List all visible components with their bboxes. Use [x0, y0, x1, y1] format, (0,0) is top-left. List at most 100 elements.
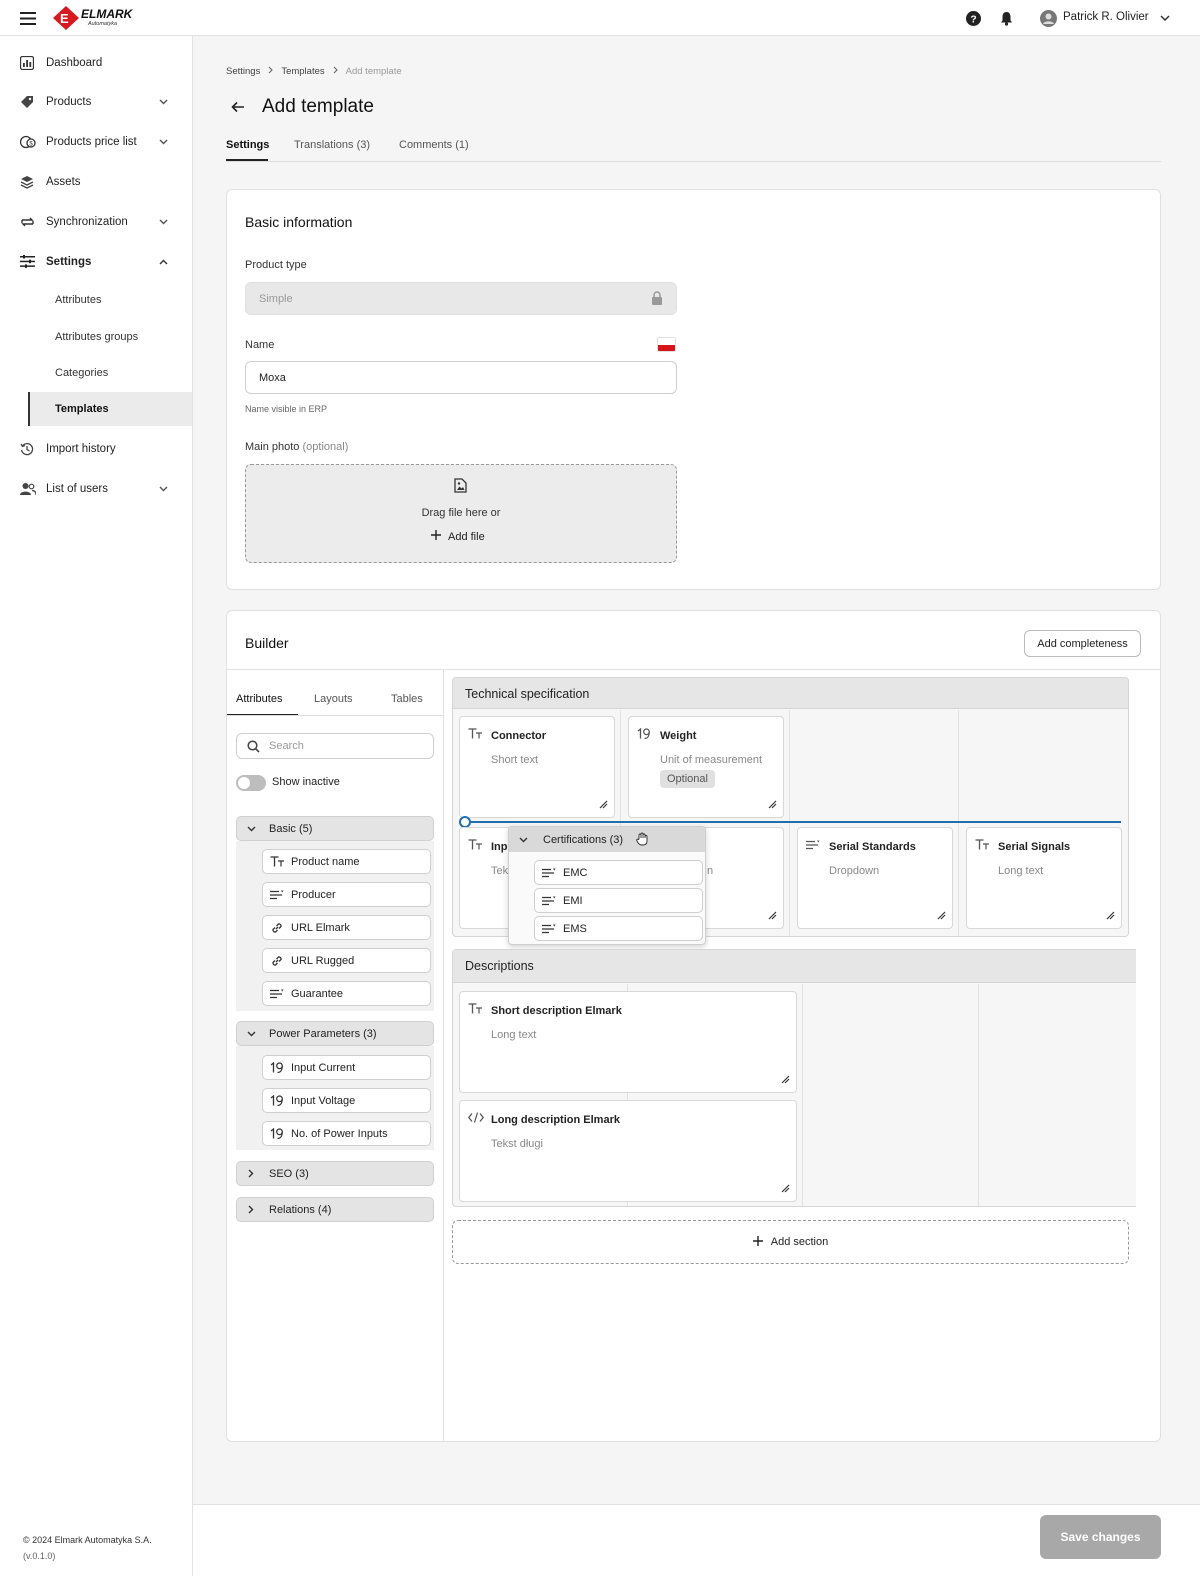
- attribute-item[interactable]: Input Current: [262, 1055, 431, 1080]
- sidebar-subitem-attributes-groups[interactable]: Attributes groups: [28, 320, 192, 354]
- sidebar-label: Dashboard: [46, 57, 103, 69]
- save-changes-button[interactable]: Save changes: [1040, 1515, 1161, 1559]
- search-icon: [246, 739, 260, 753]
- brand-name: ELMARK: [81, 7, 133, 21]
- panel-tab-attributes[interactable]: Attributes: [236, 693, 282, 705]
- dropdown-icon: [535, 924, 563, 934]
- code-icon: [467, 1112, 485, 1126]
- chevron-down-icon[interactable]: [159, 136, 168, 148]
- attribute-item[interactable]: No. of Power Inputs: [262, 1121, 431, 1146]
- cell-type: Tek: [491, 865, 509, 877]
- chevron-down-icon: [237, 826, 265, 832]
- breadcrumb-item[interactable]: Templates: [281, 66, 324, 77]
- attribute-cell-long-description[interactable]: Long description Elmark Tekst długi: [459, 1100, 797, 1202]
- attribute-cell-serial-signals[interactable]: Serial Signals Long text: [966, 827, 1122, 929]
- item-label: EMC: [563, 866, 588, 879]
- sidebar-subitem-templates[interactable]: Templates: [28, 392, 192, 426]
- user-name[interactable]: Patrick R. Olivier: [1063, 11, 1149, 23]
- attribute-group-power-parameters[interactable]: Power Parameters (3): [236, 1021, 434, 1046]
- item-label: EMI: [563, 894, 583, 907]
- attribute-item[interactable]: Input Voltage: [262, 1088, 431, 1113]
- help-icon[interactable]: ?: [965, 10, 981, 26]
- avatar[interactable]: [1039, 9, 1057, 27]
- attribute-group-relations[interactable]: Relations (4): [236, 1197, 434, 1222]
- panel-tab-tables[interactable]: Tables: [391, 693, 423, 705]
- chevron-up-icon[interactable]: [159, 256, 168, 268]
- add-section-button[interactable]: Add section: [452, 1220, 1129, 1264]
- link-icon: [263, 921, 291, 935]
- add-completeness-button[interactable]: Add completeness: [1024, 630, 1141, 657]
- sidebar-item-import-history[interactable]: Import history: [0, 431, 192, 467]
- sidebar-item-dashboard[interactable]: Dashboard: [0, 45, 192, 81]
- name-input[interactable]: Moxa: [245, 361, 677, 394]
- grid-column-line: [789, 710, 790, 936]
- polish-flag-icon[interactable]: [657, 337, 676, 352]
- builder-divider: [227, 669, 1160, 670]
- attribute-item[interactable]: Producer: [262, 882, 431, 907]
- attribute-group-seo[interactable]: SEO (3): [236, 1161, 434, 1186]
- dashboard-icon: [19, 55, 36, 71]
- dropdown-icon: [263, 989, 291, 999]
- chevron-down-icon[interactable]: [1159, 13, 1171, 23]
- search-input[interactable]: Search: [236, 733, 434, 759]
- resize-handle-icon[interactable]: [599, 798, 608, 812]
- resize-handle-icon[interactable]: [937, 909, 946, 923]
- grid-column-line: [978, 984, 979, 1206]
- add-file-button[interactable]: Add file: [431, 530, 485, 543]
- dragged-group-header[interactable]: Certifications (3): [509, 827, 705, 852]
- attribute-item[interactable]: Guarantee: [262, 981, 431, 1006]
- resize-handle-icon[interactable]: [768, 798, 777, 812]
- tab-translations[interactable]: Translations (3): [294, 139, 370, 151]
- sidebar-item-settings[interactable]: Settings: [0, 244, 192, 280]
- sidebar-subitem-attributes[interactable]: Attributes: [28, 283, 192, 317]
- panel-tab-line: [227, 715, 443, 716]
- resize-handle-icon[interactable]: [781, 1073, 790, 1087]
- sidebar-item-products-price-list[interactable]: $ Products price list: [0, 124, 192, 160]
- plus-icon: [431, 530, 441, 543]
- dragged-item[interactable]: EMC: [534, 860, 703, 885]
- tab-active-indicator: [226, 159, 268, 161]
- attribute-cell-short-description[interactable]: Short description Elmark Long text: [459, 991, 797, 1093]
- attribute-cell-serial-standards[interactable]: Serial Standards Dropdown: [797, 827, 953, 929]
- attribute-item[interactable]: URL Rugged: [262, 948, 431, 973]
- cell-type: Tekst długi: [491, 1138, 543, 1150]
- attribute-cell-weight[interactable]: Weight Unit of measurement Optional: [628, 716, 784, 818]
- chevron-down-icon[interactable]: [159, 216, 168, 228]
- resize-handle-icon[interactable]: [768, 909, 777, 923]
- panel-tab-layouts[interactable]: Layouts: [314, 693, 353, 705]
- copyright-text: © 2024 Elmark Automatyka S.A.: [23, 1535, 152, 1545]
- bell-icon[interactable]: [998, 10, 1014, 26]
- sidebar-subitem-categories[interactable]: Categories: [28, 356, 192, 390]
- attribute-label: URL Rugged: [291, 954, 355, 967]
- dragged-item[interactable]: EMS: [534, 916, 703, 941]
- product-type-field: Simple: [245, 282, 677, 315]
- attribute-item[interactable]: URL Elmark: [262, 915, 431, 940]
- dragged-item[interactable]: EMI: [534, 888, 703, 913]
- hamburger-menu-icon[interactable]: [18, 9, 38, 27]
- show-inactive-toggle[interactable]: [236, 775, 266, 791]
- resize-handle-icon[interactable]: [1106, 909, 1115, 923]
- dropdown-icon: [535, 868, 563, 878]
- sidebar-item-products[interactable]: Products: [0, 84, 192, 120]
- sidebar-item-list-of-users[interactable]: List of users: [0, 471, 192, 507]
- chevron-down-icon[interactable]: [159, 96, 168, 108]
- back-arrow-icon[interactable]: [229, 99, 247, 115]
- attribute-cell-connector[interactable]: Connector Short text: [459, 716, 615, 818]
- breadcrumb-item[interactable]: Settings: [226, 66, 260, 77]
- resize-handle-icon[interactable]: [781, 1182, 790, 1196]
- tab-comments[interactable]: Comments (1): [399, 139, 469, 151]
- grab-cursor-icon: [635, 831, 649, 847]
- section-header[interactable]: [453, 950, 1136, 983]
- chevron-down-icon: [509, 837, 537, 843]
- sidebar-item-assets[interactable]: Assets: [0, 164, 192, 200]
- sidebar-item-synchronization[interactable]: Synchronization: [0, 204, 192, 240]
- attribute-item[interactable]: Product name: [262, 849, 431, 874]
- tab-settings[interactable]: Settings: [226, 139, 269, 151]
- history-icon: [20, 442, 36, 456]
- elmark-logo[interactable]: E ELMARK Automatyka: [52, 5, 142, 31]
- chevron-down-icon[interactable]: [159, 483, 168, 495]
- attribute-group-basic[interactable]: Basic (5): [236, 816, 434, 841]
- sidebar-label: Assets: [46, 176, 81, 188]
- svg-text:?: ?: [970, 14, 976, 25]
- number-icon: [263, 1128, 291, 1139]
